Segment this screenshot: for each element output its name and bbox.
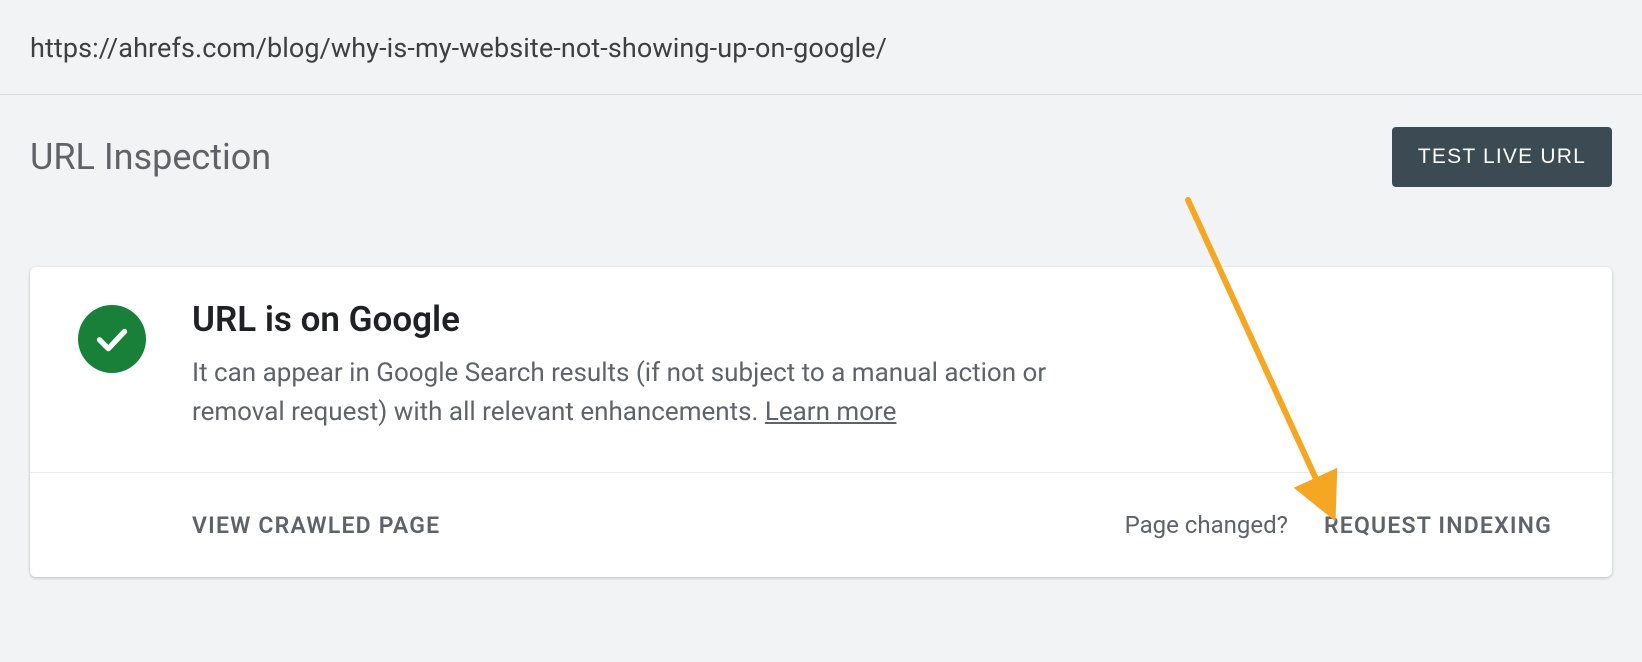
page-title: URL Inspection (30, 136, 271, 178)
status-title: URL is on Google (192, 299, 1524, 340)
checkmark-circle-icon (78, 305, 146, 373)
test-live-url-button[interactable]: TEST LIVE URL (1392, 127, 1612, 187)
page-changed-label: Page changed? (1125, 511, 1288, 539)
right-actions: Page changed? REQUEST INDEXING (1125, 511, 1552, 539)
status-card-top: URL is on Google It can appear in Google… (30, 267, 1612, 472)
url-bar[interactable]: https://ahrefs.com/blog/why-is-my-websit… (0, 0, 1642, 95)
url-text: https://ahrefs.com/blog/why-is-my-websit… (30, 32, 887, 64)
inspection-header: URL Inspection TEST LIVE URL (0, 95, 1642, 197)
status-card-bottom: VIEW CRAWLED PAGE Page changed? REQUEST … (30, 472, 1612, 577)
learn-more-link[interactable]: Learn more (765, 397, 897, 427)
status-card: URL is on Google It can appear in Google… (30, 267, 1612, 577)
status-description-text: It can appear in Google Search results (… (192, 358, 1046, 427)
request-indexing-button[interactable]: REQUEST INDEXING (1324, 512, 1552, 539)
view-crawled-page-button[interactable]: VIEW CRAWLED PAGE (192, 512, 440, 539)
status-description: It can appear in Google Search results (… (192, 354, 1072, 432)
status-text-block: URL is on Google It can appear in Google… (192, 299, 1564, 432)
